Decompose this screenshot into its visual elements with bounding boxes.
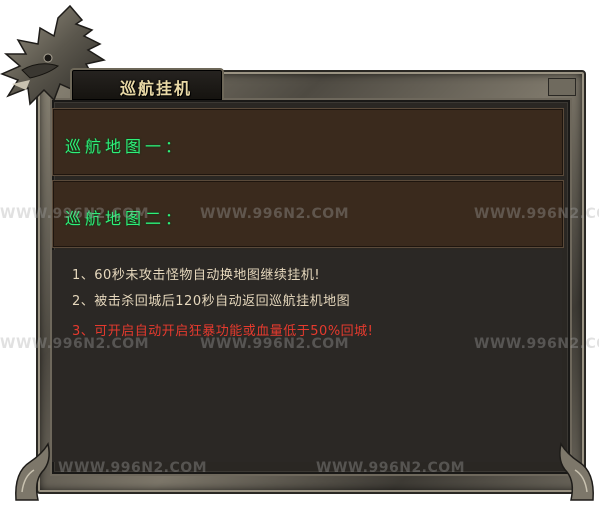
info-line-2: 2、被击杀回城后120秒自动返回巡航挂机地图 <box>72 294 351 309</box>
cruise-map-2-label: 巡航地图二： <box>65 209 186 228</box>
corner-ornament-icon <box>559 442 594 501</box>
cruise-afk-panel: 巡航挂机 巡航地图一： 巡航地图二： 1、60秒未攻击怪物自动换地图继续挂机! … <box>0 0 599 520</box>
info-line-1: 1、60秒未攻击怪物自动换地图继续挂机! <box>72 268 321 283</box>
info-area: 1、60秒未攻击怪物自动换地图继续挂机! 2、被击杀回城后120秒自动返回巡航挂… <box>52 250 562 462</box>
cruise-map-1-label: 巡航地图一： <box>65 137 186 156</box>
info-line-3-warning: 3、可开启自动开启狂暴功能或血量低于50%回城! <box>72 324 374 339</box>
cruise-map-2-row[interactable]: 巡航地图二： <box>52 180 564 248</box>
dragon-head-icon <box>0 4 106 106</box>
panel-title: 巡航挂机 <box>120 79 193 98</box>
panel-title-tab: 巡航挂机 <box>70 68 224 100</box>
corner-ornament-icon <box>15 442 50 501</box>
cruise-map-1-row[interactable]: 巡航地图一： <box>52 108 564 176</box>
frame-notch-ornament <box>548 78 576 96</box>
